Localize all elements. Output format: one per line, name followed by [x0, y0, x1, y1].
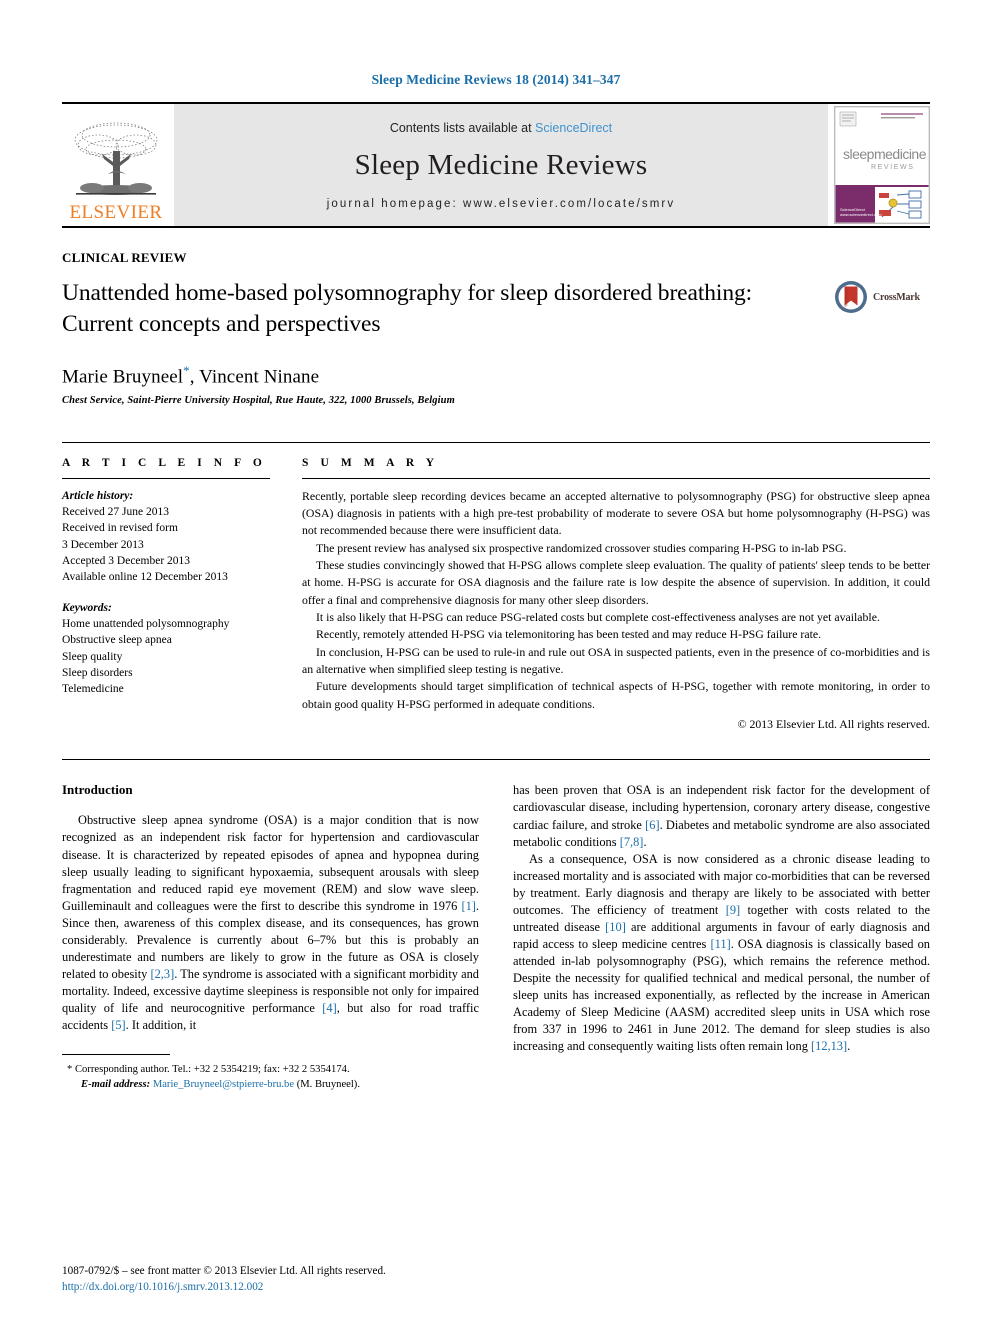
title-block: Unattended home-based polysomnography fo… — [62, 278, 834, 341]
summary-paragraph: Recently, remotely attended H-PSG via te… — [316, 627, 822, 642]
body-paragraph: has been proven that OSA is an independe… — [513, 783, 930, 849]
elsevier-wordmark: ELSEVIER — [69, 202, 163, 223]
keyword-item: Obstructive sleep apnea — [62, 634, 172, 647]
keywords-group: Keywords: Home unattended polysomnograph… — [62, 600, 270, 698]
svg-text:www.sciencedirect.com: www.sciencedirect.com — [840, 212, 882, 217]
summary-paragraph: These studies convincingly showed that H… — [302, 558, 930, 607]
article-history-label: Article history: — [62, 489, 134, 502]
crossmark-icon — [835, 281, 867, 313]
summary-copyright: © 2013 Elsevier Ltd. All rights reserved… — [737, 717, 930, 732]
summary-column: S U M M A R Y Recently, portable sleep r… — [302, 457, 930, 734]
keyword-item: Sleep disorders — [62, 667, 133, 680]
journal-cover-art: sleepmedicine REVIEWS ScienceDirect www.… — [835, 107, 929, 223]
svg-text:REVIEWS: REVIEWS — [871, 164, 914, 171]
journal-cover-thumbnail: sleepmedicine REVIEWS ScienceDirect www.… — [834, 106, 930, 224]
body-text-left: Obstructive sleep apnea syndrome (OSA) i… — [62, 812, 479, 1034]
elsevier-tree-icon — [74, 122, 158, 195]
corresponding-author-note: * Corresponding author. Tel.: +32 2 5354… — [67, 1064, 350, 1076]
journal-title: Sleep Medicine Reviews — [354, 148, 648, 181]
issn-copyright-line: 1087-0792/$ – see front matter © 2013 El… — [62, 1264, 386, 1277]
elsevier-logo: ELSEVIER — [62, 104, 170, 226]
title-row: Unattended home-based polysomnography fo… — [62, 278, 930, 341]
journal-article-page: Sleep Medicine Reviews 18 (2014) 341–347 — [0, 0, 992, 1323]
author-list: Marie Bruyneel*, Vincent Ninane — [62, 362, 320, 387]
svg-text:sleepmedicine: sleepmedicine — [843, 146, 927, 162]
journal-homepage-link[interactable]: journal homepage: www.elsevier.com/locat… — [327, 198, 675, 210]
summary-paragraph: It is also likely that H-PSG can reduce … — [316, 610, 880, 625]
body-paragraph: As a consequence, OSA is now considered … — [513, 851, 931, 1054]
footnote-rule — [62, 1054, 170, 1056]
email-note: E-mail address: Marie_Bruyneel@stpierre-… — [62, 1077, 479, 1092]
history-item: Accepted 3 December 2013 — [62, 555, 191, 568]
sciencedirect-link[interactable]: ScienceDirect — [535, 121, 612, 135]
history-item: Available online 12 December 2013 — [62, 571, 228, 584]
crossmark-badge[interactable]: CrossMark — [834, 278, 930, 314]
body-text-right: has been proven that OSA is an independe… — [513, 782, 930, 1055]
history-item: Received 27 June 2013 — [62, 506, 169, 519]
info-summary-block: A R T I C L E I N F O Article history: R… — [62, 441, 930, 734]
article-section-kicker: CLINICAL REVIEW — [62, 250, 187, 265]
keywords-label: Keywords: — [62, 601, 112, 614]
email-label: E-mail address: — [81, 1079, 151, 1091]
summary-heading: S U M M A R Y — [302, 456, 439, 469]
email-link[interactable]: Marie_Bruyneel@stpierre-bru.be — [153, 1079, 294, 1090]
keyword-item: Home unattended polysomnography — [62, 618, 230, 631]
body-paragraph: Obstructive sleep apnea syndrome (OSA) i… — [62, 813, 479, 1032]
affiliation: Chest Service, Saint-Pierre University H… — [62, 394, 455, 406]
footnote-block: * Corresponding author. Tel.: +32 2 5354… — [62, 1062, 479, 1092]
article-info-column: A R T I C L E I N F O Article history: R… — [62, 457, 302, 734]
journal-masthead: ELSEVIER Contents lists available at Sci… — [62, 102, 930, 228]
history-item: Received in revised form — [62, 522, 178, 535]
summary-body: Recently, portable sleep recording devic… — [302, 488, 930, 734]
article-body: Introduction Obstructive sleep apnea syn… — [62, 759, 930, 1092]
body-column-right: has been proven that OSA is an independe… — [513, 782, 930, 1092]
keyword-item: Sleep quality — [62, 650, 123, 663]
summary-paragraph: Recently, portable sleep recording devic… — [302, 488, 930, 538]
contents-available-line: Contents lists available at ScienceDirec… — [390, 121, 612, 135]
page-footer: 1087-0792/$ – see front matter © 2013 El… — [62, 1263, 482, 1295]
summary-rule — [302, 477, 930, 479]
summary-paragraph: In conclusion, H-PSG can be used to rule… — [302, 644, 930, 677]
doi-link[interactable]: http://dx.doi.org/10.1016/j.smrv.2013.12… — [62, 1279, 482, 1295]
page-title: Unattended home-based polysomnography fo… — [62, 280, 753, 338]
crossmark-label: CrossMark — [873, 291, 920, 303]
article-info-rule — [62, 477, 270, 479]
keyword-item: Telemedicine — [62, 683, 124, 696]
running-head: Sleep Medicine Reviews 18 (2014) 341–347 — [371, 72, 621, 87]
article-history-group: Article history: Received 27 June 2013 R… — [62, 488, 270, 586]
summary-paragraph: Future developments should target simpli… — [302, 679, 930, 711]
introduction-heading: Introduction — [62, 782, 133, 798]
masthead-center: Contents lists available at ScienceDirec… — [174, 104, 828, 226]
body-column-left: Introduction Obstructive sleep apnea syn… — [62, 782, 479, 1092]
email-suffix: (M. Bruyneel). — [296, 1079, 360, 1091]
article-info-heading: A R T I C L E I N F O — [62, 456, 267, 469]
history-item: 3 December 2013 — [62, 538, 144, 551]
contents-prefix: Contents lists available at — [389, 120, 536, 135]
summary-paragraph: The present review has analysed six pros… — [316, 540, 847, 555]
